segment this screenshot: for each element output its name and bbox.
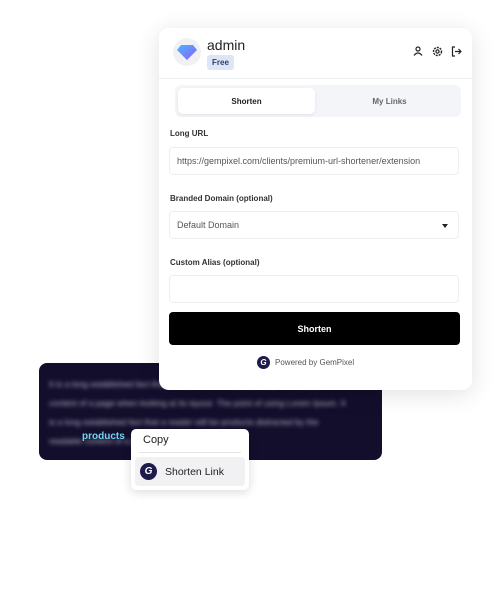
menu-divider bbox=[139, 452, 241, 453]
gempixel-logo-icon: G bbox=[257, 356, 270, 369]
powered-by-text: Powered by GemPixel bbox=[275, 358, 355, 367]
long-url-label: Long URL bbox=[170, 129, 209, 138]
branded-domain-select[interactable]: Default Domain bbox=[169, 211, 459, 239]
powered-by: G Powered by GemPixel bbox=[257, 356, 354, 369]
tab-bar: Shorten My Links bbox=[175, 85, 461, 117]
diamond-icon bbox=[177, 45, 197, 60]
branded-domain-label: Branded Domain (optional) bbox=[170, 194, 273, 203]
plan-badge: Free bbox=[207, 55, 234, 70]
extension-popup: admin Free Shorten My Links Long URL htt… bbox=[159, 28, 472, 390]
tab-shorten[interactable]: Shorten bbox=[178, 88, 315, 114]
custom-alias-input[interactable] bbox=[169, 275, 459, 303]
gempixel-logo-icon: G bbox=[140, 463, 157, 480]
context-menu-shorten-link[interactable]: G Shorten Link bbox=[135, 457, 245, 486]
popup-header: admin Free bbox=[159, 28, 472, 79]
context-menu: Copy G Shorten Link bbox=[131, 429, 249, 490]
shorten-link-label: Shorten Link bbox=[165, 465, 224, 478]
avatar bbox=[173, 38, 201, 66]
branded-domain-value: Default Domain bbox=[177, 220, 240, 230]
context-menu-copy[interactable]: Copy bbox=[143, 434, 169, 446]
selected-word[interactable]: products bbox=[82, 431, 125, 442]
username: admin bbox=[207, 37, 246, 53]
user-icon[interactable] bbox=[412, 45, 424, 57]
chevron-down-icon bbox=[442, 224, 448, 228]
custom-alias-label: Custom Alias (optional) bbox=[170, 258, 260, 267]
long-url-input[interactable]: https://gempixel.com/clients/premium-url… bbox=[169, 147, 459, 175]
tab-my-links[interactable]: My Links bbox=[321, 88, 458, 114]
logout-icon[interactable] bbox=[450, 45, 462, 57]
gear-icon[interactable] bbox=[431, 45, 443, 57]
shorten-button[interactable]: Shorten bbox=[169, 312, 460, 345]
